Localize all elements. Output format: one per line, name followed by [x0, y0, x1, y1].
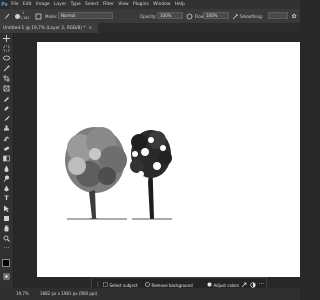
more-options-icon[interactable]: ··· — [258, 281, 265, 288]
transform-icon[interactable] — [240, 281, 247, 288]
quick-mask-icon[interactable] — [2, 273, 11, 280]
stamp-icon[interactable] — [2, 125, 11, 132]
brush-size-value: 1 — [22, 11, 25, 15]
brush-settings-icon[interactable] — [34, 13, 42, 20]
menu-window[interactable]: Window — [151, 2, 173, 7]
foreground-color-swatch[interactable] — [2, 259, 10, 267]
drag-handle-icon[interactable]: ⋮ — [95, 281, 101, 288]
tree-illustration-left — [65, 127, 127, 220]
menu-plugins[interactable]: Plugins — [131, 2, 151, 7]
move-icon[interactable] — [2, 35, 11, 42]
dodge-icon[interactable] — [2, 175, 11, 182]
eraser-icon[interactable] — [2, 145, 11, 152]
options-bar: 1 1,182 Mode: Normal Opacity: 100% Flow:… — [0, 9, 300, 24]
mode-select-value: Normal — [61, 13, 76, 18]
shape-icon[interactable] — [2, 215, 11, 222]
frame-icon[interactable] — [2, 85, 11, 92]
magic-wand-icon[interactable] — [2, 65, 11, 72]
menu-help[interactable]: Help — [173, 2, 187, 7]
crop-icon[interactable] — [2, 75, 11, 82]
status-info-arrow-icon[interactable]: › — [80, 290, 82, 296]
zoom-level[interactable]: 19,7% — [16, 291, 29, 296]
mask-icon[interactable] — [249, 281, 256, 288]
smoothing-label: Smoothing: — [240, 14, 263, 19]
marquee-icon[interactable] — [2, 45, 11, 52]
document-canvas[interactable] — [37, 42, 300, 277]
zoom-icon[interactable] — [2, 235, 11, 242]
menu-file[interactable]: File — [9, 2, 21, 7]
brush-tool-icon[interactable] — [2, 115, 11, 122]
menu-select[interactable]: Select — [83, 2, 101, 7]
menu-layer[interactable]: Layer — [52, 2, 69, 7]
opacity-field[interactable]: 100% — [157, 12, 183, 19]
adjust-colors-label: Adjust colors — [213, 282, 240, 288]
status-bar: 19,7% 1882 px x 1981 px (300 ppi) › — [0, 288, 300, 300]
mode-label: Mode: — [45, 14, 58, 19]
more-tools-icon[interactable]: ··· — [2, 245, 11, 252]
eyedropper-icon[interactable] — [2, 95, 11, 102]
document-tab-title: Untitled-1 @ 19,7% (Layer 2, RGB/8) * — [3, 25, 86, 31]
airbrush-icon[interactable] — [231, 13, 239, 20]
brush-sample-value: 1,182 — [20, 16, 30, 20]
pressure-opacity-icon[interactable] — [185, 13, 193, 20]
path-select-icon[interactable] — [2, 205, 11, 212]
menu-bar: Ps File Edit Image Layer Type Select Fil… — [0, 0, 300, 9]
gradient-icon[interactable] — [2, 155, 11, 162]
history-brush-icon[interactable] — [2, 135, 11, 142]
app-logo[interactable]: Ps — [0, 0, 9, 9]
document-info: 1882 px x 1981 px (300 ppi) — [40, 291, 98, 296]
type-icon[interactable]: T — [2, 195, 11, 202]
smoothing-field[interactable] — [268, 12, 288, 19]
hand-icon[interactable] — [2, 225, 11, 232]
document-tab[interactable]: Untitled-1 @ 19,7% (Layer 2, RGB/8) * × — [0, 23, 98, 33]
opacity-label: Opacity: — [140, 14, 157, 19]
canvas-artwork — [65, 127, 172, 220]
menu-view[interactable]: View — [116, 2, 131, 7]
settings-gear-icon[interactable]: ✿ — [290, 13, 298, 20]
close-tab-icon[interactable]: × — [88, 26, 92, 31]
lasso-icon[interactable] — [2, 55, 11, 62]
brush-icon[interactable] — [2, 13, 10, 20]
menu-image[interactable]: Image — [34, 2, 52, 7]
flow-field[interactable]: 100% — [203, 12, 229, 19]
tree-illustration-right — [130, 130, 172, 220]
tools-panel: T ··· — [0, 33, 14, 288]
opacity-value: 100% — [160, 13, 172, 18]
remove-background-label: Remove background — [151, 282, 193, 288]
select-subject-label: Select subject — [109, 282, 138, 288]
blur-icon[interactable] — [2, 165, 11, 172]
flow-value: 100% — [206, 13, 218, 18]
mode-select[interactable]: Normal — [58, 12, 113, 19]
menu-type[interactable]: Type — [68, 2, 82, 7]
menu-filter[interactable]: Filter — [101, 2, 116, 7]
healing-icon[interactable] — [2, 105, 11, 112]
pen-icon[interactable] — [2, 185, 11, 192]
menu-edit[interactable]: Edit — [21, 2, 34, 7]
